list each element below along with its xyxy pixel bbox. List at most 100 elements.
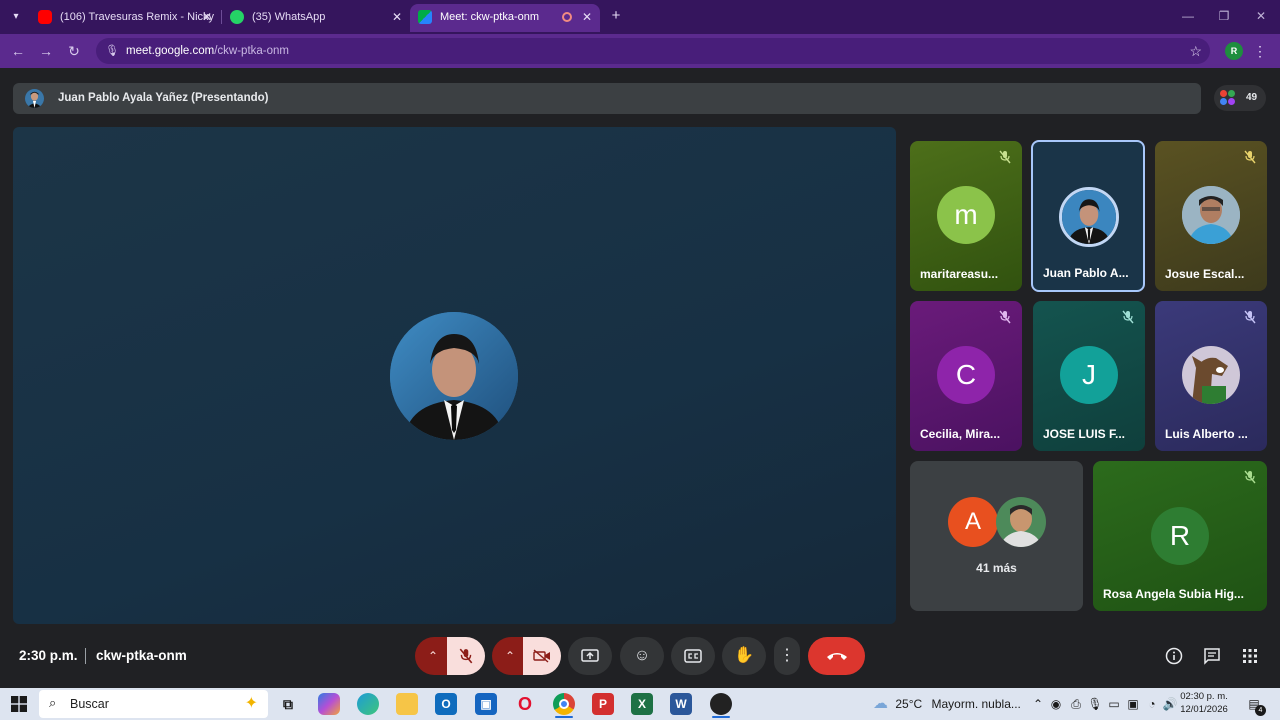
forward-icon[interactable]: →	[36, 41, 56, 61]
participant-name: Cecilia, Mira...	[920, 427, 1001, 441]
system-clock[interactable]: 02:30 p. m. 12/01/2026	[1180, 690, 1228, 716]
participant-name: Luis Alberto ...	[1165, 427, 1248, 441]
system-date: 12/01/2026	[1180, 704, 1228, 715]
microphone-toggle-button[interactable]	[447, 637, 485, 675]
presenter-banner: Juan Pablo Ayala Yañez (Presentando)	[13, 83, 1201, 114]
tab-youtube[interactable]: (106) Travesuras Remix - Nicky ✕	[30, 4, 220, 32]
participant-tile[interactable]: C Cecilia, Mira...	[910, 301, 1022, 451]
windows-taskbar: ⌕ Buscar ✦ ⧉ O ▣ O P X W ☁ 25°C Mayorm. …	[0, 688, 1280, 720]
outlook-icon[interactable]: O	[435, 693, 457, 715]
activities-icon[interactable]	[1240, 646, 1260, 666]
participant-tile-speaking[interactable]: Juan Pablo A...	[1031, 140, 1145, 292]
windows-start-icon[interactable]	[11, 696, 27, 712]
participant-name: JOSE LUIS F...	[1043, 427, 1126, 441]
audio-options-button[interactable]: ⌃	[415, 637, 451, 675]
wifi-icon[interactable]: ◔	[1144, 696, 1160, 712]
bookmark-star-icon[interactable]: ☆	[1189, 42, 1202, 60]
tab-whatsapp[interactable]: (35) WhatsApp ✕	[222, 4, 410, 32]
leave-call-button[interactable]	[808, 637, 865, 675]
more-options-button[interactable]: ⋮	[774, 637, 800, 675]
camera-toggle-button[interactable]	[523, 637, 561, 675]
participant-name: Josue Escal...	[1165, 267, 1245, 281]
display-tray-icon[interactable]: ▭	[1106, 696, 1122, 712]
close-tab-icon[interactable]: ✕	[202, 4, 212, 30]
meeting-code: ckw-ptka-onm	[96, 648, 187, 663]
minimize-window-button[interactable]: —	[1176, 6, 1200, 26]
new-tab-button[interactable]: +	[606, 6, 626, 26]
mic-off-icon	[459, 648, 473, 664]
system-time: 02:30 p. m.	[1180, 691, 1228, 702]
excel-icon[interactable]: X	[631, 693, 653, 715]
search-icon: ⌕	[49, 695, 57, 710]
back-icon[interactable]: ←	[8, 41, 28, 61]
copilot-icon[interactable]	[318, 693, 340, 715]
participant-tile[interactable]: J JOSE LUIS F...	[1033, 301, 1145, 451]
more-participants-tile[interactable]: A 41 más	[910, 461, 1083, 611]
chrome-icon[interactable]	[553, 693, 575, 715]
presenter-photo	[390, 312, 518, 440]
close-window-button[interactable]: ✕	[1249, 6, 1273, 26]
search-placeholder: Buscar	[70, 697, 109, 711]
chevron-up-icon[interactable]: ⌃	[1030, 696, 1046, 712]
meeting-info-icon[interactable]	[1164, 646, 1184, 666]
participant-name: maritareasu...	[920, 267, 999, 281]
microphone-tray-icon[interactable]: 🎙	[1087, 696, 1103, 712]
weather-description: Mayorm. nubla...	[931, 697, 1021, 711]
weather-widget[interactable]: ☁ 25°C Mayorm. nubla...	[873, 688, 1021, 720]
address-bar[interactable]: 🎙 meet.google.com/ckw-ptka-onm ☆	[96, 38, 1210, 64]
participant-tile[interactable]: Luis Alberto ...	[1155, 301, 1267, 451]
people-button[interactable]: 49	[1214, 85, 1266, 111]
raise-hand-button[interactable]: ✋	[722, 637, 766, 675]
present-screen-button[interactable]	[568, 637, 612, 675]
participant-tile[interactable]: m maritareasu...	[910, 141, 1022, 291]
mic-off-icon	[1122, 310, 1134, 324]
close-tab-icon[interactable]: ✕	[392, 4, 402, 30]
obs-icon[interactable]	[710, 693, 732, 715]
taskbar-search-box[interactable]: ⌕ Buscar ✦	[39, 690, 268, 718]
cloudy-weather-icon: ☁	[873, 695, 888, 712]
reload-icon[interactable]: ↻	[64, 41, 84, 61]
notification-center-icon[interactable]: ▤ 4	[1245, 695, 1266, 716]
people-icon	[1220, 90, 1238, 106]
captions-button[interactable]	[671, 637, 715, 675]
present-icon	[581, 649, 599, 662]
end-call-icon	[826, 653, 847, 660]
mic-off-icon	[999, 310, 1011, 324]
opera-icon[interactable]: O	[514, 693, 536, 715]
edge-icon[interactable]	[357, 693, 379, 715]
file-explorer-icon[interactable]	[396, 693, 418, 715]
participant-tile[interactable]: Josue Escal...	[1155, 141, 1267, 291]
mic-off-icon	[1244, 150, 1256, 164]
hand-icon: ✋	[734, 647, 754, 664]
meet-tray-icon[interactable]: ▣	[1125, 696, 1141, 712]
chat-icon[interactable]	[1202, 646, 1222, 666]
record-indicator-icon[interactable]: ◉	[1048, 696, 1064, 712]
volume-icon[interactable]: 🔊	[1162, 696, 1178, 712]
store-icon[interactable]: ▣	[475, 693, 497, 715]
reactions-button[interactable]: ☺	[620, 637, 664, 675]
presenter-banner-text: Juan Pablo Ayala Yañez (Presentando)	[58, 92, 269, 104]
youtube-icon	[38, 10, 52, 24]
participant-initial-avatar: A	[948, 497, 998, 547]
participant-initial-avatar: J	[1060, 346, 1118, 404]
participant-tile[interactable]: R Rosa Angela Subia Hig...	[1093, 461, 1267, 611]
usb-icon[interactable]: ⎙	[1068, 696, 1084, 712]
task-view-icon[interactable]: ⧉	[277, 693, 299, 715]
pdf-reader-icon[interactable]: P	[592, 693, 614, 715]
browser-menu-icon[interactable]: ⋮	[1253, 41, 1267, 61]
participant-initial-avatar: m	[937, 186, 995, 244]
tab-search-menu-button[interactable]: ▾	[6, 8, 26, 26]
address-url: meet.google.com/ckw-ptka-onm	[126, 45, 289, 57]
tab-meet[interactable]: Meet: ckw-ptka-onm ✕	[410, 4, 600, 32]
meet-icon	[418, 10, 432, 24]
profile-avatar[interactable]: R	[1225, 42, 1243, 60]
more-participants-label: 41 más	[976, 561, 1017, 575]
chevron-up-icon: ⌃	[427, 649, 439, 663]
divider	[85, 648, 86, 664]
restore-window-button[interactable]: ❐	[1212, 6, 1236, 26]
word-icon[interactable]: W	[670, 693, 692, 715]
participant-photo	[1182, 346, 1240, 404]
tab-title: (106) Travesuras Remix - Nicky	[60, 11, 215, 23]
site-info-icon[interactable]: 🎙	[104, 43, 120, 59]
close-tab-icon[interactable]: ✕	[582, 4, 592, 30]
